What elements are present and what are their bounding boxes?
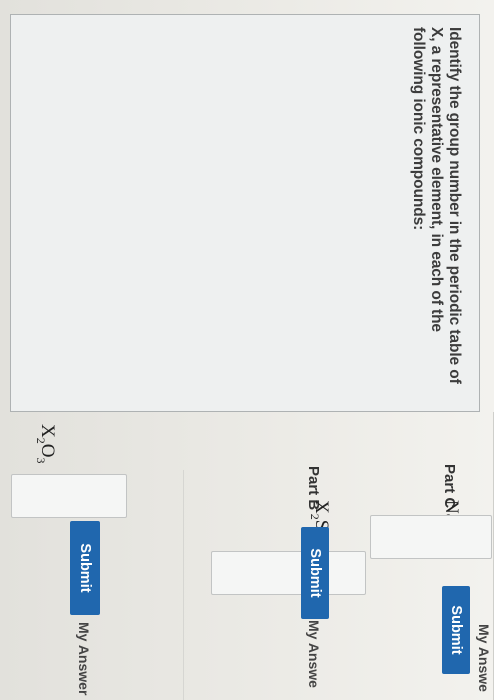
formula-tail: O bbox=[37, 443, 58, 458]
part-a-formula: X2O3 bbox=[33, 424, 58, 463]
part-b-answer-box[interactable] bbox=[211, 551, 366, 595]
part-b-submit-button[interactable]: Submit bbox=[301, 527, 329, 619]
rotated-page: Identify the group number in the periodi… bbox=[0, 0, 494, 700]
instructions-text: Identify the group number in the periodi… bbox=[410, 27, 463, 384]
part-a-submit-button[interactable]: Submit bbox=[70, 521, 100, 615]
part-c-my-answers-link[interactable]: My Answe bbox=[476, 624, 492, 692]
formula-symbol: X bbox=[311, 500, 332, 514]
part-c-submit-button[interactable]: Submit bbox=[442, 586, 470, 674]
formula-symbol: X bbox=[37, 424, 58, 438]
part-a-answer-box[interactable] bbox=[11, 474, 127, 518]
formula-subscript: 3 bbox=[34, 457, 49, 464]
part-a-my-answers-link[interactable]: My Answer bbox=[76, 622, 92, 695]
part-c-answer-box[interactable] bbox=[370, 515, 492, 559]
part-b-my-answers-link[interactable]: My Answe bbox=[306, 620, 322, 688]
separator bbox=[183, 470, 184, 700]
instructions-panel: Identify the group number in the periodi… bbox=[10, 14, 480, 412]
